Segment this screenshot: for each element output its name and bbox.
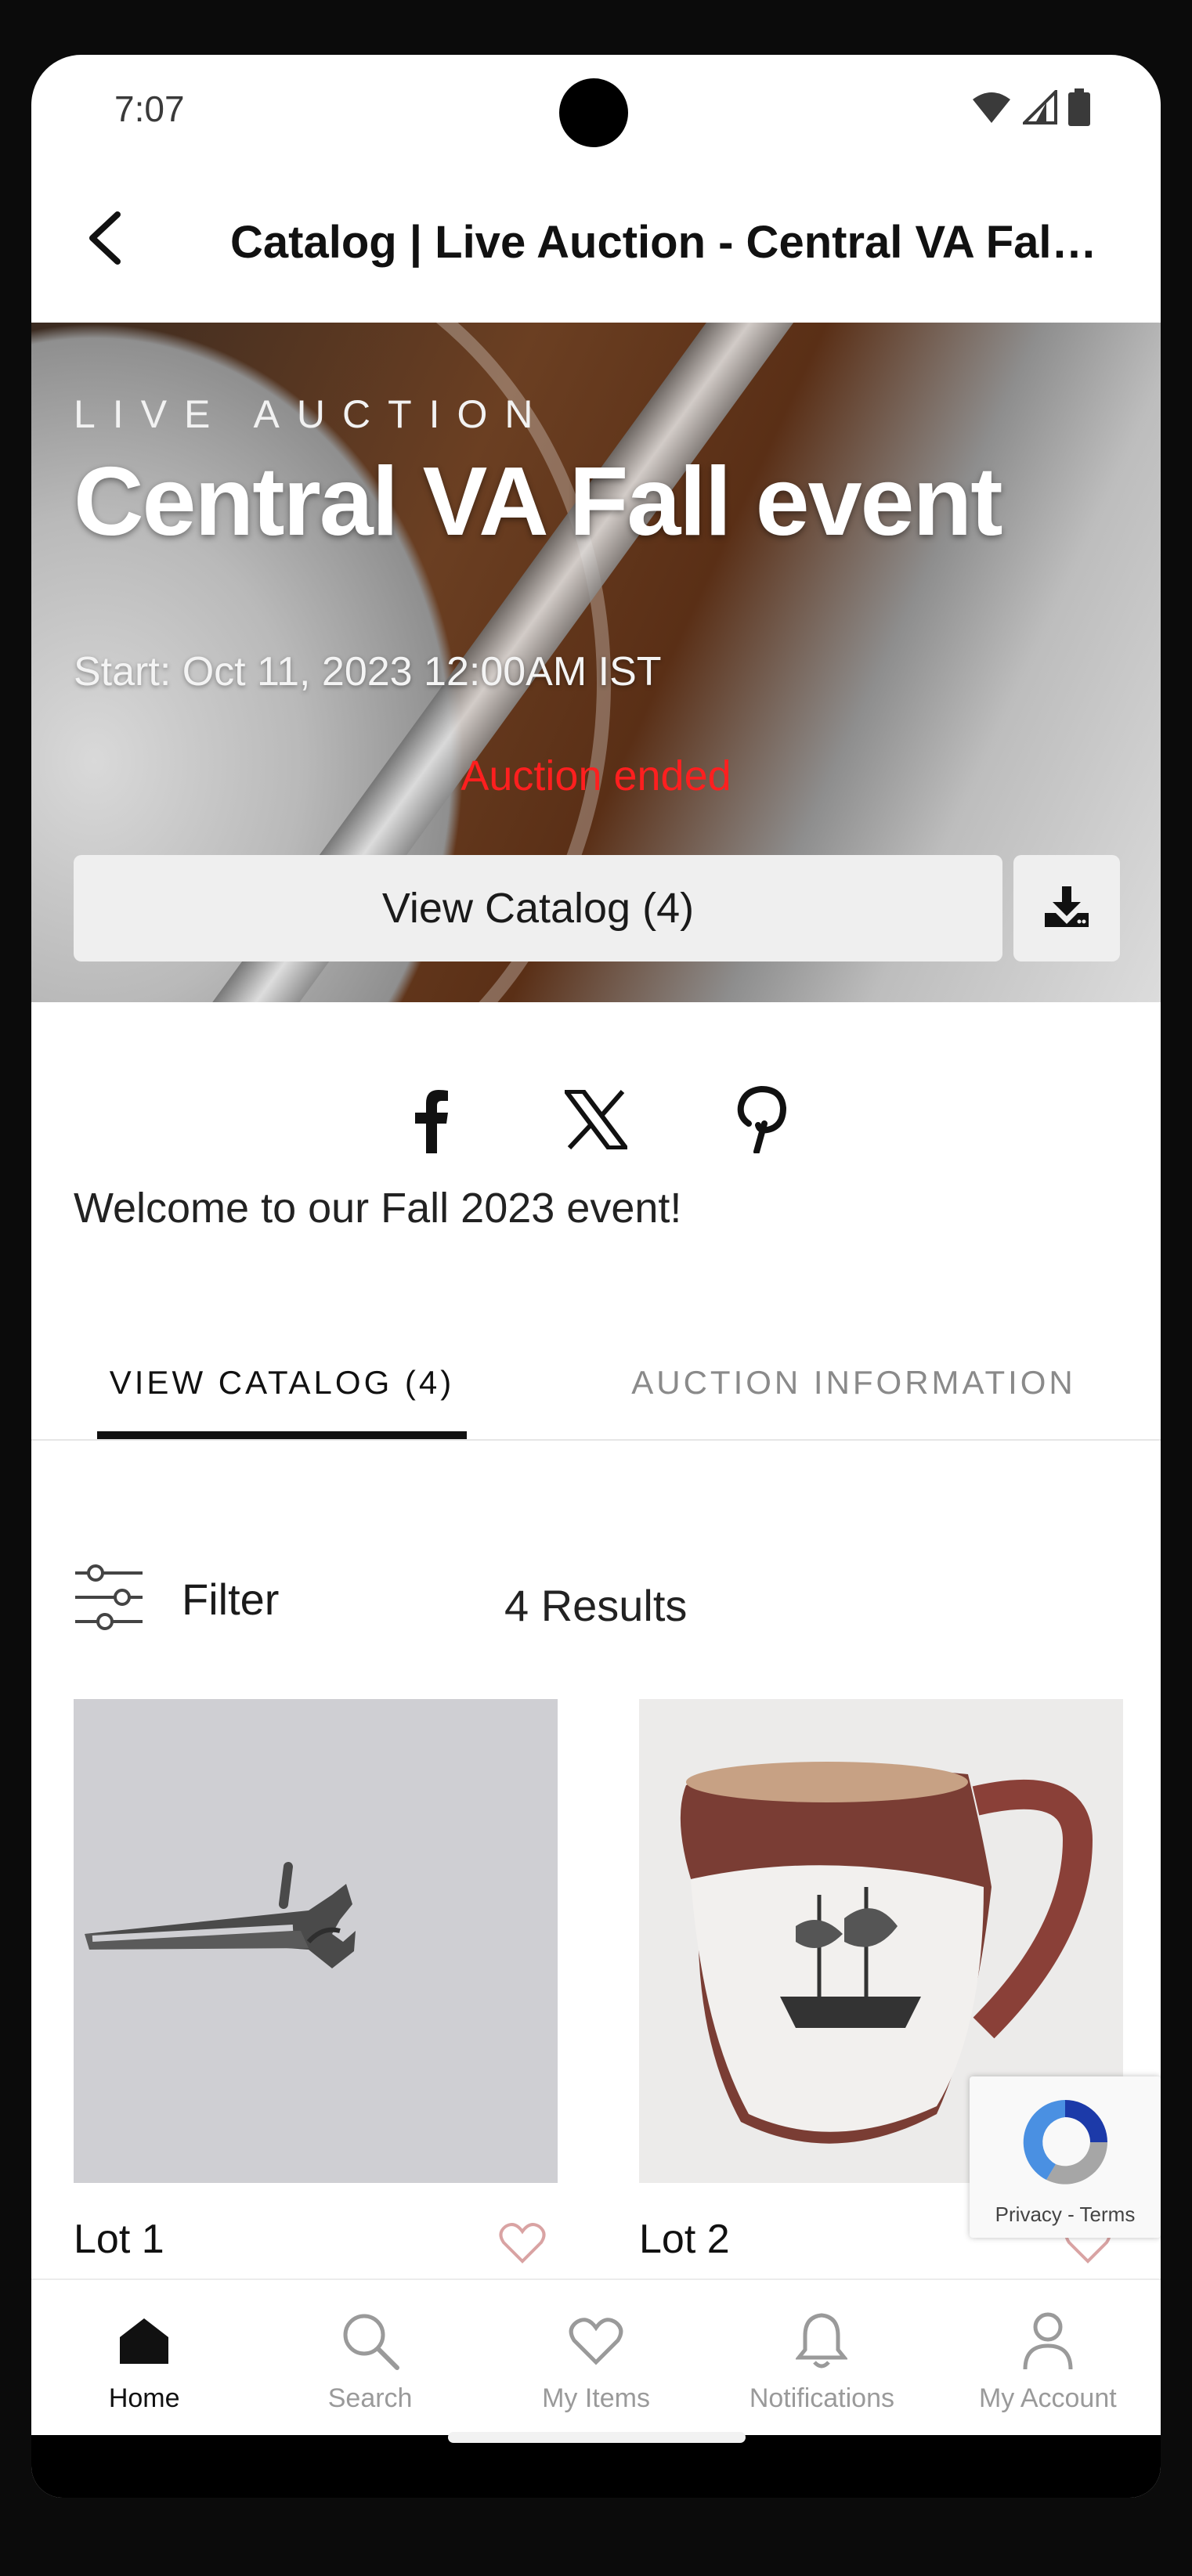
camera-cutout xyxy=(559,78,628,147)
favorite-button[interactable] xyxy=(487,2210,558,2280)
heart-outline-icon xyxy=(499,2222,546,2268)
wifi-icon xyxy=(971,90,1012,128)
home-gesture-bar[interactable] xyxy=(448,2432,746,2443)
nav-label: My Account xyxy=(978,2383,1117,2413)
recaptcha-badge[interactable]: Privacy - Terms xyxy=(970,2076,1161,2238)
auction-type-label: LIVE AUCTION xyxy=(74,392,551,436)
bottom-navigation: Home Search My Items Notifications My Ac… xyxy=(31,2278,1161,2435)
person-icon xyxy=(1015,2308,1081,2374)
auction-hero: LIVE AUCTION Central VA Fall event Start… xyxy=(31,323,1161,1002)
back-button[interactable] xyxy=(66,200,144,279)
recaptcha-icon xyxy=(1015,2094,1115,2192)
page-title: Catalog | Live Auction - Central VA Fall… xyxy=(230,217,1107,268)
nav-home[interactable]: Home xyxy=(31,2280,257,2435)
tab-bar: VIEW CATALOG (4) AUCTION INFORMATION xyxy=(31,1358,1161,1441)
filter-button[interactable]: Filter xyxy=(74,1560,279,1638)
recaptcha-links[interactable]: Privacy - Terms xyxy=(970,2203,1161,2227)
auction-description: Welcome to our Fall 2023 event! xyxy=(74,1185,682,1232)
lot-title: Lot 2 xyxy=(639,2217,730,2262)
tab-label: VIEW CATALOG (4) xyxy=(109,1364,455,1401)
view-catalog-label: View Catalog (4) xyxy=(381,885,695,932)
nav-label: Home xyxy=(108,2383,180,2413)
bell-icon xyxy=(789,2308,854,2374)
auction-status: Auction ended xyxy=(461,752,731,799)
nav-search[interactable]: Search xyxy=(257,2280,482,2435)
filter-row: Filter 4 Results xyxy=(31,1557,1161,1651)
facebook-icon[interactable] xyxy=(392,1081,471,1159)
lot-card[interactable]: Lot 1 xyxy=(74,1699,558,2264)
view-catalog-button[interactable]: View Catalog (4) xyxy=(74,855,1002,961)
nav-label: Search xyxy=(327,2383,413,2413)
filter-label: Filter xyxy=(182,1574,280,1624)
status-icons xyxy=(971,87,1090,130)
lot-image[interactable] xyxy=(74,1699,558,2183)
tab-auction-information[interactable]: AUCTION INFORMATION xyxy=(611,1358,1096,1439)
nav-label: Notifications xyxy=(749,2383,895,2413)
x-icon[interactable] xyxy=(557,1081,635,1159)
download-icon xyxy=(1045,886,1089,931)
nav-my-items[interactable]: My Items xyxy=(483,2280,709,2435)
home-icon xyxy=(111,2308,177,2374)
auction-start-date: Start: Oct 11, 2023 12:00AM IST xyxy=(74,649,662,695)
search-icon xyxy=(338,2308,403,2374)
device-frame: 7:07 Catalog | Live Auction - Central VA… xyxy=(0,0,1192,2576)
battery-icon xyxy=(1068,88,1090,130)
active-tab-indicator xyxy=(97,1431,467,1439)
sliders-icon xyxy=(74,1564,144,1635)
cellular-signal-icon xyxy=(1020,87,1057,128)
app-bar: Catalog | Live Auction - Central VA Fall… xyxy=(31,166,1161,323)
auction-title: Central VA Fall event xyxy=(74,448,1003,556)
heart-icon xyxy=(563,2308,629,2374)
results-count: 4 Results xyxy=(504,1581,688,1630)
tab-view-catalog[interactable]: VIEW CATALOG (4) xyxy=(97,1358,467,1439)
status-bar: 7:07 xyxy=(31,55,1161,166)
status-time: 7:07 xyxy=(114,88,185,129)
nav-label: My Items xyxy=(542,2383,650,2413)
nav-notifications[interactable]: Notifications xyxy=(709,2280,934,2435)
app-screen: 7:07 Catalog | Live Auction - Central VA… xyxy=(31,55,1161,2498)
download-catalog-button[interactable] xyxy=(1013,855,1120,961)
tab-label: AUCTION INFORMATION xyxy=(631,1364,1076,1401)
back-arrow-icon xyxy=(81,210,128,270)
system-gesture-area xyxy=(31,2435,1161,2498)
lot-title: Lot 1 xyxy=(74,2217,164,2262)
nav-my-account[interactable]: My Account xyxy=(935,2280,1161,2435)
social-share-row xyxy=(31,1073,1161,1167)
pinterest-icon[interactable] xyxy=(721,1081,800,1159)
